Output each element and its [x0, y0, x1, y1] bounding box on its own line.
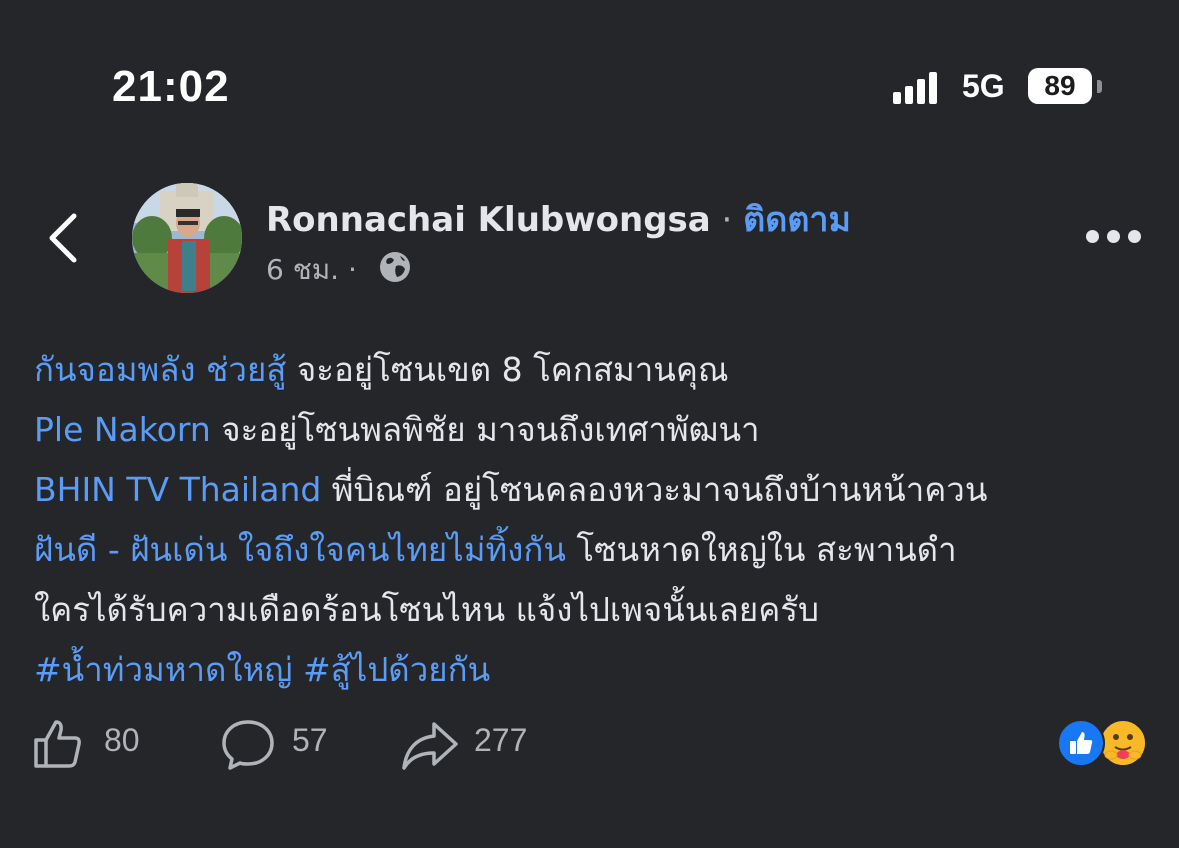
- post-text-segment: พี่บิณฑ์ อยู่โซนคลองหวะมาจนถึงบ้านหน้าคว…: [321, 470, 988, 509]
- post-time[interactable]: 6 ชม.: [266, 253, 339, 286]
- share-arrow-icon: [402, 722, 458, 770]
- follow-button[interactable]: ติดตาม: [743, 200, 851, 240]
- status-bar: 21:02 5G 89: [0, 0, 1179, 180]
- more-options-button[interactable]: [1086, 230, 1142, 246]
- post-meta: 6 ชม. ·: [266, 248, 357, 292]
- more-dot-icon: [1086, 230, 1099, 243]
- post-text-segment: ใครได้รับความเดือดร้อนโซนไหน แจ้งไปเพจนั…: [34, 590, 819, 629]
- post-line: #น้ำท่วมหาดใหญ่ #สู้ไปด้วยกัน: [34, 640, 1164, 700]
- more-dot-icon: [1107, 230, 1120, 243]
- network-type: 5G: [962, 68, 1005, 104]
- post-link[interactable]: กันจอมพลัง ช่วยสู้: [34, 350, 286, 389]
- author-line: Ronnachai Klubwongsa · ติดตาม: [266, 192, 851, 246]
- name-separator: ·: [710, 200, 744, 240]
- post-link[interactable]: BHIN TV Thailand: [34, 470, 321, 509]
- post-link[interactable]: ฝันดี - ฝันเด่น ใจถึงใจคนไทยไม่ทิ้งกัน: [34, 530, 566, 569]
- globe-icon: [380, 252, 410, 282]
- comment-button[interactable]: 57: [220, 712, 350, 772]
- comment-icon: [222, 720, 274, 770]
- cellular-signal-icon: [893, 70, 939, 104]
- comment-count: 57: [292, 722, 328, 758]
- post-text-segment: จะอยู่โซนพลพิชัย มาจนถึงเทศาพัฒนา: [210, 410, 760, 449]
- post-text: กันจอมพลัง ช่วยสู้ จะอยู่โซนเขต 8 โคกสมา…: [34, 340, 1164, 700]
- care-reaction-icon: [1099, 719, 1147, 767]
- back-button[interactable]: [44, 208, 84, 268]
- post-line: BHIN TV Thailand พี่บิณฑ์ อยู่โซนคลองหวะ…: [34, 460, 1164, 520]
- post-line: กันจอมพลัง ช่วยสู้ จะอยู่โซนเขต 8 โคกสมา…: [34, 340, 1164, 400]
- post-text-segment: โซนหาดใหญ่ใน สะพานดำ: [565, 530, 957, 569]
- battery-icon: 89: [1028, 68, 1092, 104]
- post-line: ใครได้รับความเดือดร้อนโซนไหน แจ้งไปเพจนั…: [34, 580, 1164, 640]
- like-count: 80: [104, 722, 140, 758]
- post-link[interactable]: Ple Nakorn: [34, 410, 211, 449]
- battery-tip: [1097, 80, 1102, 93]
- avatar-photo: [132, 183, 242, 293]
- thumbs-up-icon: [34, 720, 81, 768]
- meta-separator: ·: [339, 253, 357, 286]
- post-line: Ple Nakorn จะอยู่โซนพลพิชัย มาจนถึงเทศาพ…: [34, 400, 1164, 460]
- battery-level: 89: [1044, 70, 1076, 101]
- status-time: 21:02: [112, 62, 230, 111]
- post-line: ฝันดี - ฝันเด่น ใจถึงใจคนไทยไม่ทิ้งกัน โ…: [34, 520, 1164, 580]
- author-avatar[interactable]: [132, 183, 242, 293]
- post-text-segment: จะอยู่โซนเขต 8 โคกสมานคุณ: [286, 350, 729, 389]
- share-count: 277: [474, 722, 528, 758]
- more-dot-icon: [1128, 230, 1141, 243]
- author-name[interactable]: Ronnachai Klubwongsa: [266, 200, 711, 240]
- post-link[interactable]: #น้ำท่วมหาดใหญ่ #สู้ไปด้วยกัน: [34, 650, 490, 689]
- reaction-summary[interactable]: [1057, 719, 1149, 767]
- like-button[interactable]: 80: [30, 712, 160, 772]
- chevron-left-icon: [49, 213, 77, 263]
- like-reaction-icon: [1057, 719, 1105, 767]
- share-button[interactable]: 277: [400, 712, 560, 772]
